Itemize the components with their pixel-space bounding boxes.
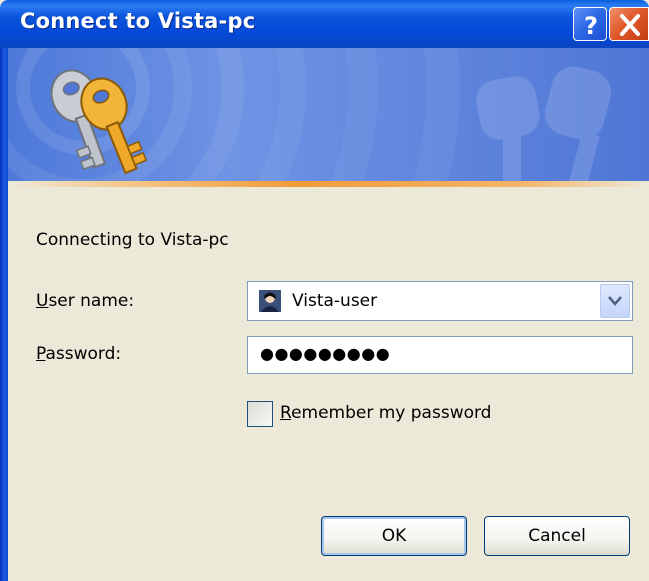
remember-label-rest: emember my password xyxy=(291,403,492,423)
username-mnemonic: U xyxy=(36,291,49,311)
remember-password-label[interactable]: Remember my password xyxy=(280,403,491,423)
password-mnemonic: P xyxy=(36,344,46,364)
window-title: Connect to Vista-pc xyxy=(20,9,256,33)
banner-accent-line xyxy=(8,181,649,187)
username-combobox[interactable]: Vista-user xyxy=(247,281,633,321)
username-dropdown-button[interactable] xyxy=(600,284,630,318)
help-glyph: ? xyxy=(584,12,598,40)
close-button[interactable] xyxy=(609,7,649,41)
username-label-rest: ser name: xyxy=(48,291,135,311)
password-field[interactable]: ●●●●●●●●● xyxy=(247,336,633,374)
username-value: Vista-user xyxy=(292,291,378,311)
password-value: ●●●●●●●●● xyxy=(260,344,391,363)
chevron-down-icon xyxy=(608,296,622,306)
cancel-button[interactable]: Cancel xyxy=(484,516,630,556)
watermark-keys-icon xyxy=(476,66,612,181)
help-button[interactable]: ? xyxy=(573,7,607,41)
connecting-text: Connecting to Vista-pc xyxy=(36,230,229,250)
user-avatar-icon xyxy=(259,290,281,312)
title-bar[interactable]: Connect to Vista-pc ? xyxy=(0,0,649,48)
remember-password-checkbox[interactable] xyxy=(247,401,273,427)
password-label: Password: xyxy=(36,344,121,364)
question-icon: ? xyxy=(584,12,598,40)
close-icon xyxy=(620,14,640,36)
window-frame-left xyxy=(0,48,8,581)
dialog-banner xyxy=(8,48,649,181)
ok-button[interactable]: OK xyxy=(321,516,467,556)
password-label-rest: assword: xyxy=(45,344,122,364)
remember-mnemonic: R xyxy=(280,403,292,423)
connect-dialog: Connect to Vista-pc ? Connecting to Vist… xyxy=(0,0,649,581)
username-label: User name: xyxy=(36,291,134,311)
banner-graphic xyxy=(8,48,612,181)
